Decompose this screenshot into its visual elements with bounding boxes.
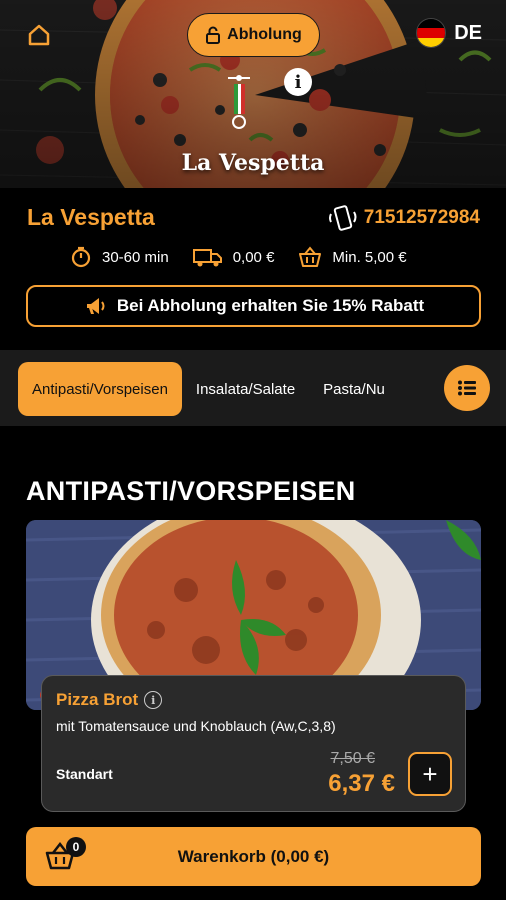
lock-icon: [206, 26, 221, 44]
minimum-order: Min. 5,00 €: [298, 246, 407, 268]
category-menu-button[interactable]: [444, 365, 490, 411]
restaurant-name: La Vespetta: [27, 204, 155, 230]
phone-icon: [328, 205, 357, 231]
hero-banner: Abholung DE i La Vespetta: [0, 0, 506, 188]
phone-link[interactable]: 71512572984: [328, 204, 480, 232]
delivery-fee-value: 0,00 €: [232, 248, 275, 266]
product-variant: Standart: [56, 766, 113, 782]
flag-de-icon: [416, 18, 447, 48]
basket-icon: [299, 246, 322, 267]
delivery-time-value: 30-60 min: [102, 248, 169, 266]
cart-button[interactable]: 0 Warenkorb (0,00 €): [26, 827, 481, 886]
info-button[interactable]: i: [284, 68, 312, 96]
vespa-logo-icon: [222, 72, 256, 137]
tab-insalata[interactable]: Insalata/Salate: [182, 362, 309, 416]
list-menu-icon: [458, 380, 476, 396]
home-button[interactable]: [24, 20, 54, 50]
tab-pasta[interactable]: Pasta/Nu: [309, 362, 399, 416]
product-card[interactable]: Pizza Brot i mit Tomatensauce und Knobla…: [41, 675, 466, 812]
restaurant-meta: 30-60 min 0,00 € Min. 5,00 €: [70, 246, 407, 268]
promo-text: Bei Abholung erhalten Sie 15% Rabatt: [116, 296, 425, 315]
info-icon: i: [294, 71, 302, 93]
add-to-cart-button[interactable]: +: [408, 752, 452, 796]
phone-number: 71512572984: [363, 207, 480, 228]
plus-icon: +: [422, 758, 438, 789]
pickup-mode-button[interactable]: Abholung: [187, 13, 320, 57]
product-name-row: Pizza Brot i: [56, 690, 451, 710]
megaphone-icon: [86, 298, 105, 314]
logo-text: La Vespetta: [181, 150, 325, 176]
info-icon[interactable]: i: [144, 691, 163, 709]
cart-label: Warenkorb (0,00 €): [177, 846, 330, 866]
timer-icon: [71, 246, 91, 268]
pickup-label: Abholung: [227, 26, 302, 43]
product-description: mit Tomatensauce und Knoblauch (Aw,C,3,8…: [56, 718, 336, 734]
delivery-truck-icon: [192, 249, 222, 267]
cart-count-badge: 0: [66, 837, 86, 857]
product-old-price: 7,50 €: [330, 750, 375, 767]
tab-antipasti[interactable]: Antipasti/Vorspeisen: [18, 362, 182, 416]
delivery-fee: 0,00 €: [192, 246, 275, 268]
delivery-time: 30-60 min: [70, 246, 169, 268]
pickup-discount-banner: Bei Abholung erhalten Sie 15% Rabatt: [26, 285, 481, 327]
section-title: ANTIPASTI/VORSPEISEN: [26, 476, 356, 506]
product-price: 6,37 €: [328, 770, 395, 797]
home-icon: [28, 24, 50, 46]
minimum-order-value: Min. 5,00 €: [332, 248, 407, 266]
language-code: DE: [454, 21, 482, 44]
category-tabs: Antipasti/Vorspeisen Insalata/Salate Pas…: [18, 362, 438, 416]
language-selector[interactable]: DE: [416, 18, 482, 48]
product-name: Pizza Brot: [56, 690, 139, 709]
category-bar: Antipasti/Vorspeisen Insalata/Salate Pas…: [0, 350, 506, 426]
